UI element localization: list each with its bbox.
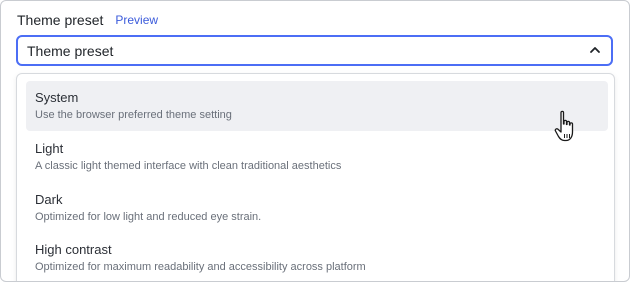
theme-options-dropdown: System Use the browser preferred theme s…	[16, 73, 615, 281]
option-high-contrast[interactable]: High contrast Optimized for maximum read…	[26, 233, 608, 281]
option-dark[interactable]: Dark Optimized for low light and reduced…	[26, 183, 608, 233]
option-title: System	[35, 90, 79, 105]
select-value: Theme preset	[27, 42, 114, 59]
option-description: Use the browser preferred theme setting	[35, 109, 232, 121]
option-description: A classic light themed interface with cl…	[35, 160, 342, 172]
preview-badge: Preview	[115, 13, 159, 27]
field-label-row: Theme preset Preview	[17, 11, 162, 29]
option-title: Light	[35, 141, 64, 156]
option-light[interactable]: Light A classic light themed interface w…	[26, 132, 608, 182]
option-title: High contrast	[35, 242, 112, 257]
chevron-up-icon[interactable]	[587, 42, 603, 58]
option-description: Optimized for low light and reduced eye …	[35, 211, 262, 223]
theme-preset-panel: Theme preset Preview Theme preset System…	[0, 0, 630, 282]
hand-pointer-cursor-icon	[554, 110, 574, 142]
option-title: Dark	[35, 192, 63, 207]
option-system[interactable]: System Use the browser preferred theme s…	[26, 81, 608, 131]
theme-preset-select[interactable]: Theme preset	[16, 35, 613, 66]
option-description: Optimized for maximum readability and ac…	[35, 261, 366, 273]
field-label: Theme preset	[17, 12, 104, 28]
